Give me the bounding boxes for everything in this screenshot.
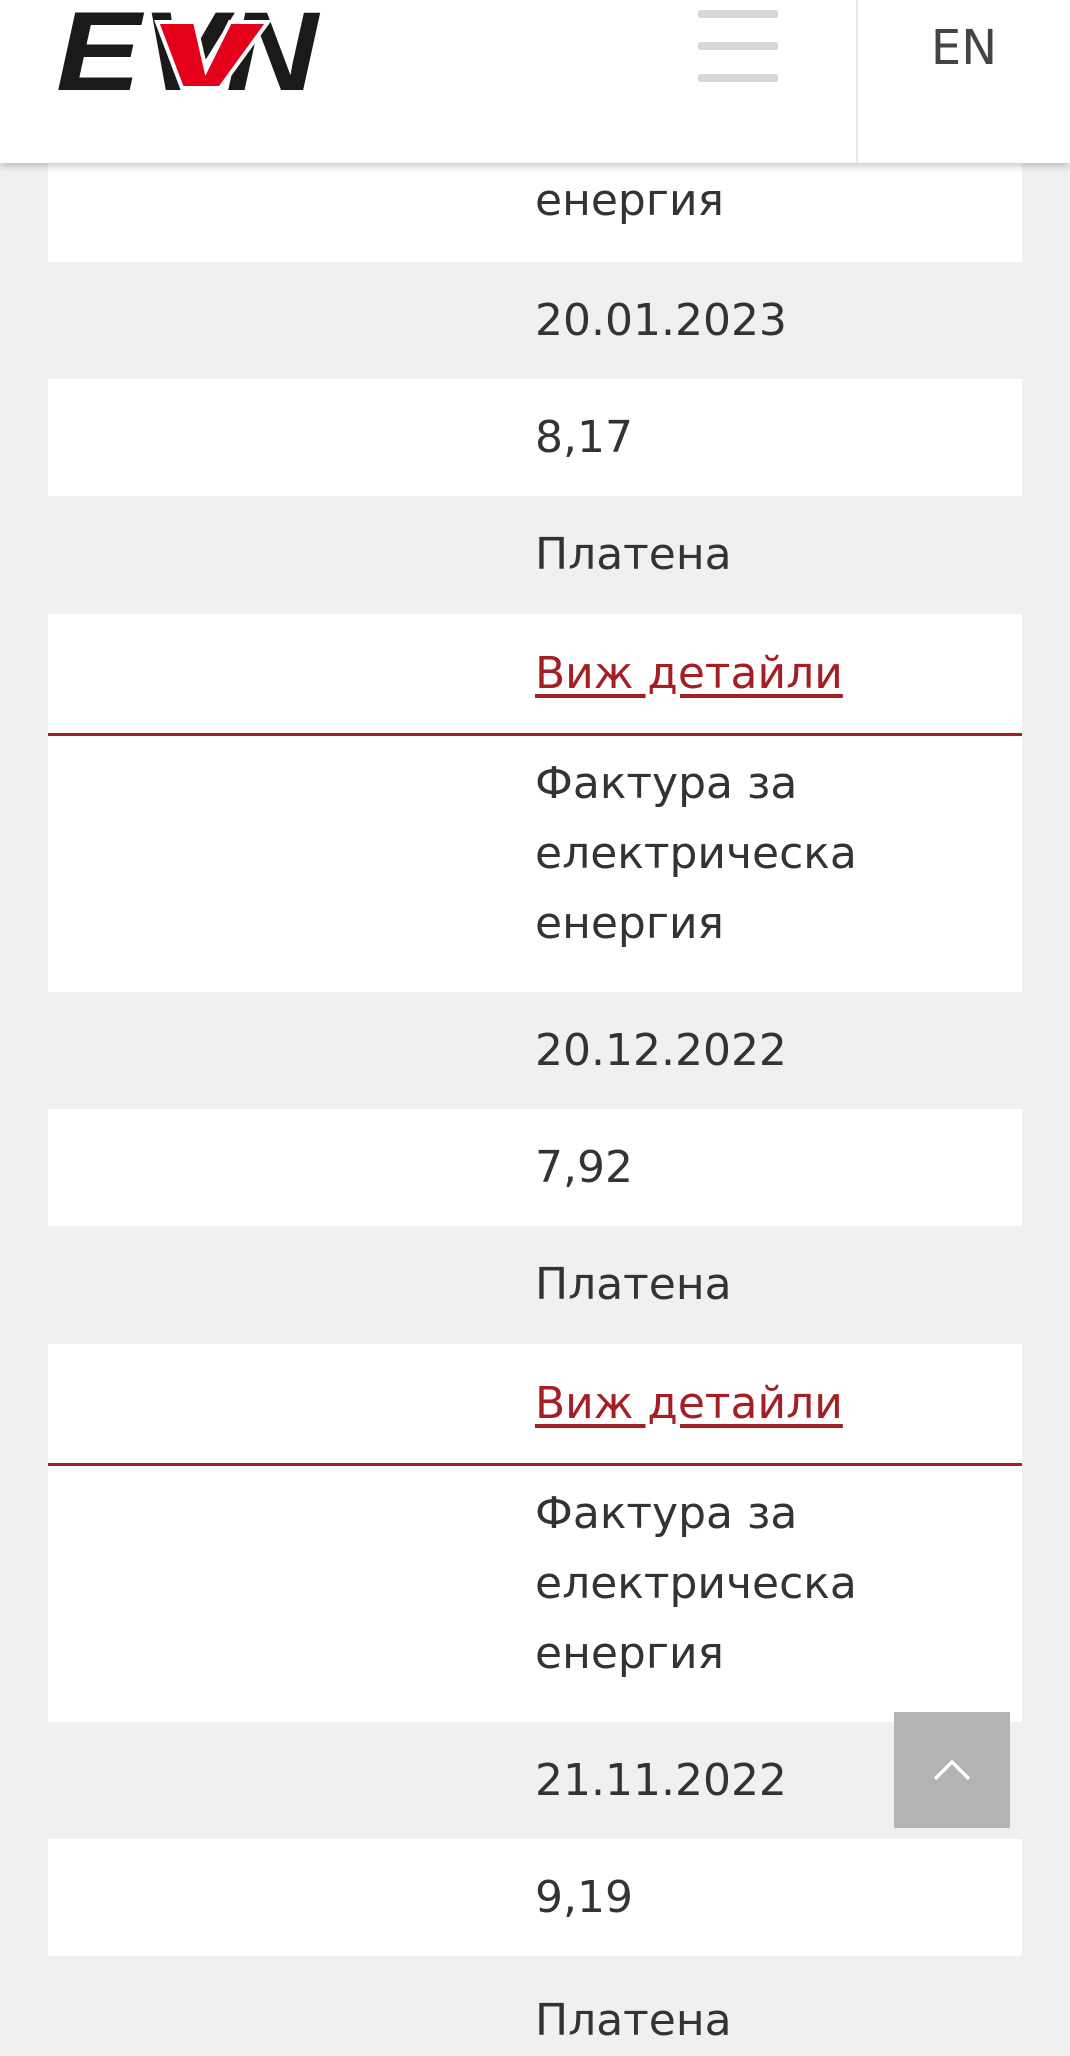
- invoice-type-line: електрическа: [535, 828, 857, 879]
- invoice-details-cell: Виж детайли: [48, 1344, 1022, 1463]
- chevron-up-icon: [933, 1759, 971, 1781]
- hamburger-icon-bar: [698, 10, 778, 18]
- invoice-amount: 7,92: [535, 1141, 633, 1193]
- language-switch[interactable]: EN: [858, 0, 1070, 96]
- invoice-type-line: Фактура за: [535, 758, 798, 809]
- invoice-date: 20.12.2022: [535, 1024, 787, 1076]
- invoice-status-cell: Платена: [48, 1956, 1022, 2048]
- invoice-date: 21.11.2022: [535, 1754, 787, 1806]
- invoice-type-cell: Фактура за електрическа енергия: [48, 1466, 1022, 1722]
- invoice-status: Платена: [535, 528, 732, 580]
- evn-logo[interactable]: EVN: [56, 0, 326, 96]
- invoice-amount: 9,19: [535, 1871, 633, 1923]
- invoice-status-cell: Платена: [48, 496, 1022, 613]
- invoice-date-cell: 20.01.2023: [48, 262, 1022, 379]
- view-details-link[interactable]: Виж детайли: [535, 639, 843, 709]
- view-details-link[interactable]: Виж детайли: [535, 1369, 843, 1439]
- hamburger-icon-bar: [698, 42, 778, 50]
- invoice-details-cell: Виж детайли: [48, 614, 1022, 733]
- hamburger-icon-bar: [698, 74, 778, 82]
- scroll-to-top-button[interactable]: [894, 1712, 1010, 1828]
- invoice-type-text: енергия: [535, 175, 725, 226]
- invoice-amount-cell: 8,17: [48, 379, 1022, 496]
- site-header: EVN EN: [0, 0, 1070, 163]
- invoice-type-line: Фактура за: [535, 1488, 798, 1539]
- invoice-amount-cell: 9,19: [48, 1839, 1022, 1956]
- invoice-amount: 8,17: [535, 411, 633, 463]
- invoice-status: Платена: [535, 1258, 732, 1310]
- invoice-date: 20.01.2023: [535, 294, 787, 346]
- invoice-type-line: енергия: [535, 1628, 725, 1679]
- invoice-type-line: електрическа: [535, 1558, 857, 1609]
- invoice-amount-cell: 7,92: [48, 1109, 1022, 1226]
- hamburger-menu-button[interactable]: [690, 4, 790, 94]
- invoice-status-cell: Платена: [48, 1226, 1022, 1343]
- invoice-date-cell: 20.12.2022: [48, 992, 1022, 1109]
- invoice-type-line: енергия: [535, 898, 725, 949]
- invoice-status: Платена: [535, 1995, 732, 2046]
- invoice-date-cell: 21.11.2022: [48, 1722, 1022, 1839]
- invoice-type-cell: Фактура за електрическа енергия: [48, 736, 1022, 992]
